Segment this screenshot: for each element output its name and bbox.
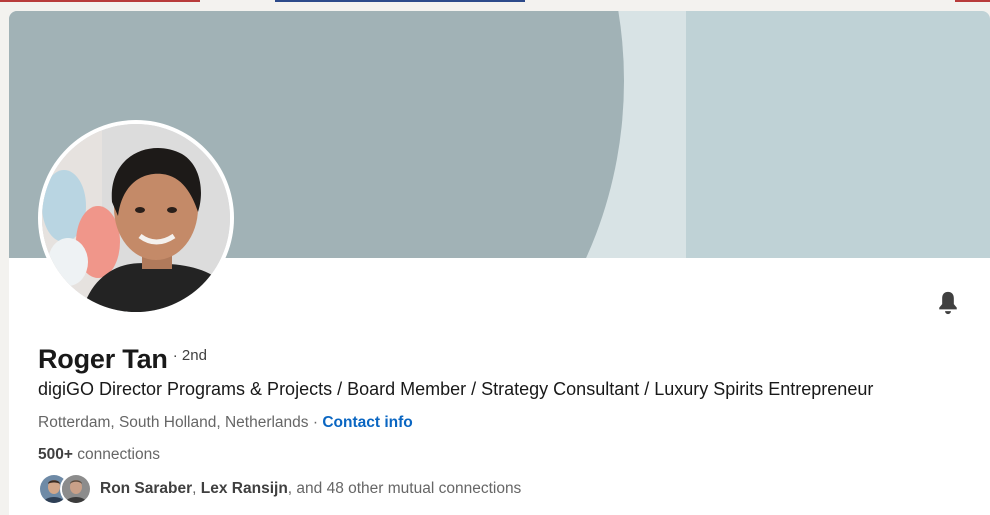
top-strip-segment bbox=[275, 0, 525, 2]
connections-label: connections bbox=[72, 446, 160, 463]
connection-degree: · 2nd bbox=[172, 347, 207, 364]
browser-top-strip bbox=[0, 0, 990, 3]
connections-link[interactable]: 500+ connections bbox=[38, 446, 160, 464]
top-strip-segment bbox=[0, 0, 200, 2]
bell-icon[interactable] bbox=[934, 289, 962, 317]
mutual-comma: , bbox=[192, 480, 201, 497]
contact-info-link[interactable]: Contact info bbox=[322, 414, 412, 431]
profile-location: Rotterdam, South Holland, Netherlands bbox=[38, 414, 309, 431]
profile-card: Roger Tan · 2nd digiGO Director Programs… bbox=[9, 11, 990, 515]
profile-name: Roger Tan bbox=[38, 344, 168, 374]
person-portrait-icon bbox=[42, 124, 230, 312]
profile-headline: digiGO Director Programs & Projects / Bo… bbox=[38, 379, 874, 399]
connections-count: 500+ bbox=[38, 446, 73, 463]
top-strip-segment bbox=[955, 0, 990, 2]
mutual-name-1: Ron Saraber bbox=[100, 480, 193, 497]
mutual-rest: , and 48 other mutual connections bbox=[287, 480, 522, 497]
location-separator: · bbox=[308, 414, 323, 431]
mutual-avatar bbox=[60, 473, 92, 505]
location-row: Rotterdam, South Holland, Netherlands · … bbox=[38, 414, 413, 432]
mutual-connections-text: Ron Saraber, Lex Ransijn, and 48 other m… bbox=[100, 480, 521, 498]
mutual-connections-link[interactable]: Ron Saraber, Lex Ransijn, and 48 other m… bbox=[38, 473, 521, 505]
profile-photo[interactable] bbox=[38, 120, 234, 316]
profile-photo-image bbox=[42, 124, 230, 312]
name-row: Roger Tan · 2nd bbox=[38, 344, 207, 375]
mutual-name-2: Lex Ransijn bbox=[200, 480, 288, 497]
